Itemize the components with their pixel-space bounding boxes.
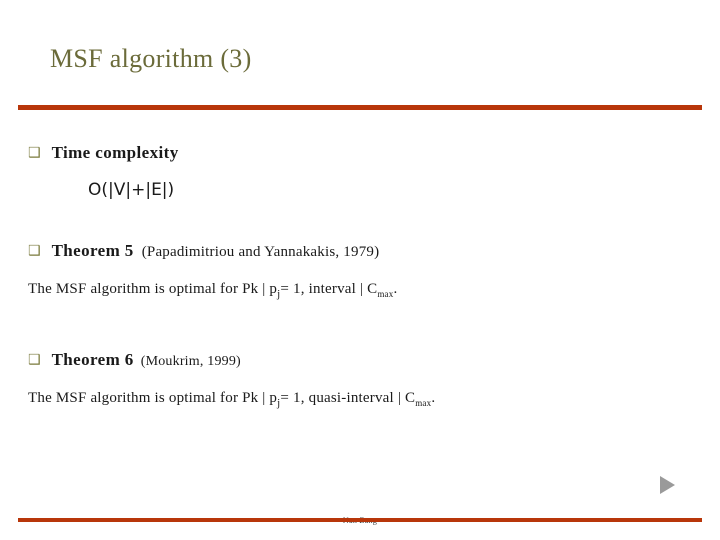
bullet-theorem-6: ❑ Theorem 6 (Moukrim, 1999) — [28, 350, 241, 370]
theorem-5-citation: (Papadimitriou and Yannakakis, 1979) — [141, 244, 380, 260]
theorem-5-statement: The MSF algorithm is optimal for Pk | pj… — [28, 281, 397, 300]
page-title: MSF algorithm (3) — [50, 44, 252, 73]
theorem-6-statement-mid: = 1, quasi-interval | C — [280, 390, 416, 406]
title-divider-top — [18, 105, 702, 110]
theorem-6-statement-tail: . — [431, 390, 436, 406]
theorem-5-statement-tail: . — [393, 281, 398, 297]
bullet-time-complexity: ❑ Time complexity — [28, 143, 179, 163]
slide: MSF algorithm (3) ❑ Time complexity O(|V… — [0, 0, 720, 540]
theorem-5-subscript-max: max — [377, 289, 394, 299]
bullet-theorem-5: ❑ Theorem 5 (Papadimitriou and Yannakaki… — [28, 241, 379, 261]
bullet-square-icon: ❑ — [28, 243, 41, 259]
complexity-value: O(|V|+|E|) — [88, 180, 175, 200]
bullet-time-complexity-label: Time complexity — [51, 143, 179, 162]
theorem-6-citation: (Moukrim, 1999) — [140, 354, 241, 369]
theorem-6-subscript-max: max — [415, 398, 432, 408]
theorem-5-statement-lead: The MSF algorithm is optimal for Pk | p — [28, 281, 278, 297]
theorem-5-label: Theorem 5 — [51, 241, 134, 260]
footer-divider — [18, 518, 702, 522]
bullet-square-icon: ❑ — [28, 352, 41, 368]
next-slide-arrow-icon[interactable] — [660, 476, 675, 494]
theorem-6-statement-lead: The MSF algorithm is optimal for Pk | p — [28, 390, 278, 406]
theorem-6-statement: The MSF algorithm is optimal for Pk | pj… — [28, 390, 435, 409]
theorem-5-statement-mid: = 1, interval | C — [280, 281, 378, 297]
bullet-square-icon: ❑ — [28, 145, 41, 161]
theorem-6-label: Theorem 6 — [51, 350, 134, 369]
